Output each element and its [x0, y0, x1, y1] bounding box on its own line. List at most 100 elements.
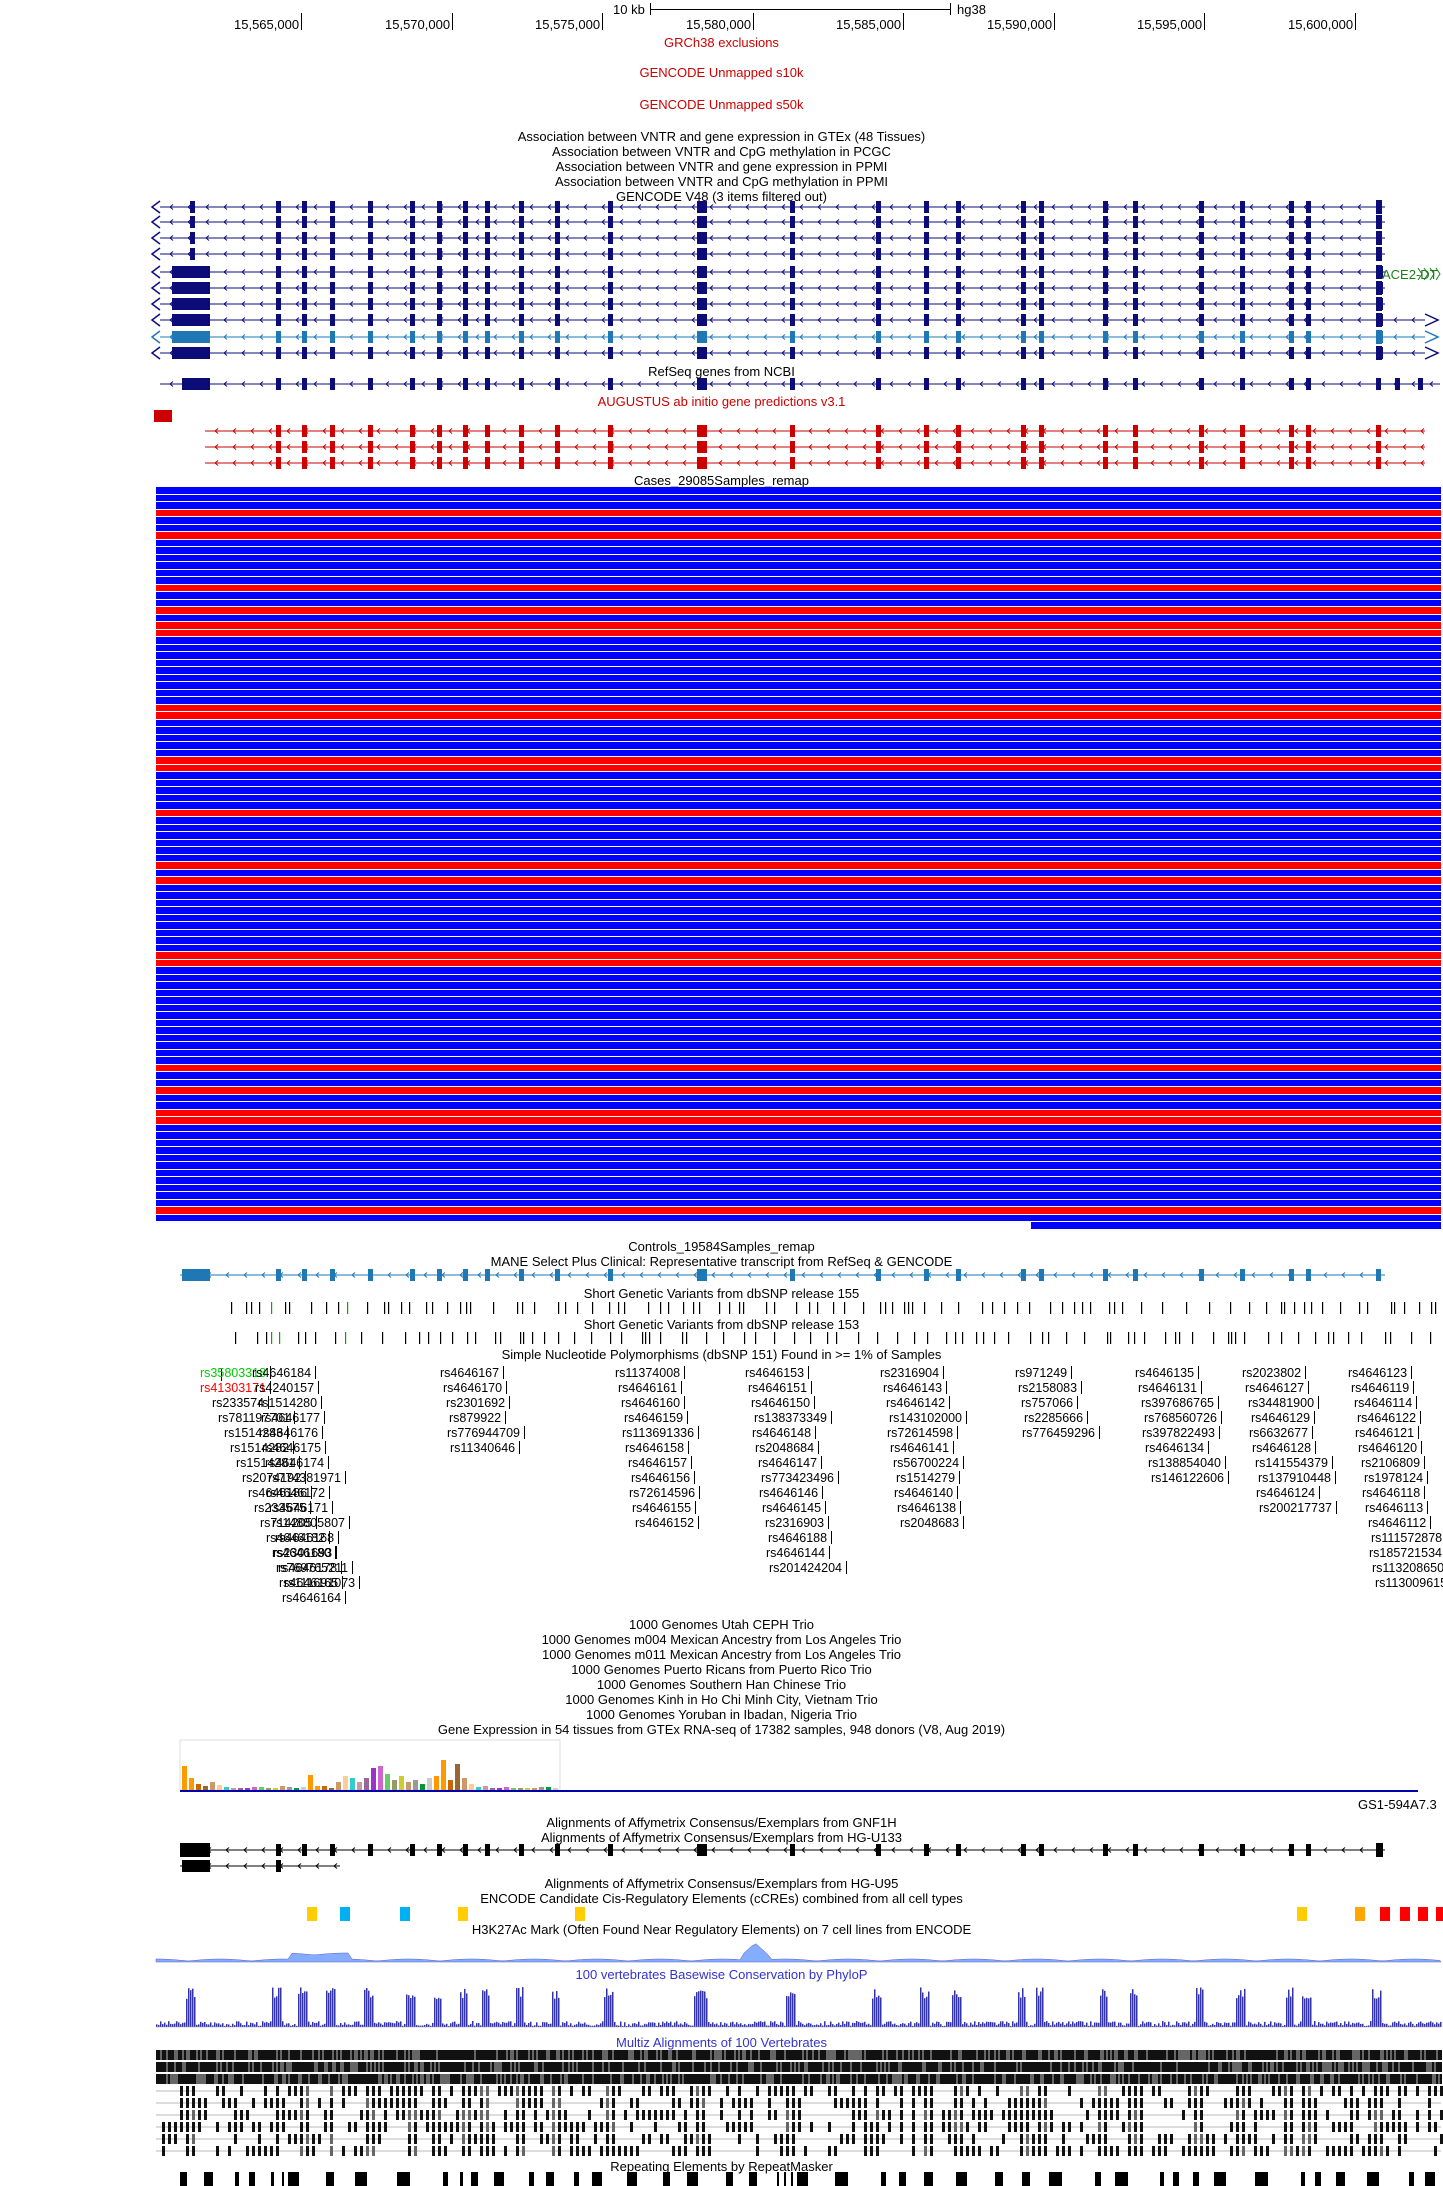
multiz-block: [812, 2074, 814, 2084]
multiz-block: [174, 2062, 176, 2072]
multiz-block: [1428, 2098, 1431, 2108]
multiz-block: [1152, 2086, 1155, 2096]
multiz-block: [724, 2050, 726, 2060]
gtex-bar: [224, 1787, 229, 1790]
multiz-block: [1414, 2062, 1416, 2072]
snp-tick: [289, 1302, 291, 1314]
multiz-block: [384, 2122, 387, 2132]
phylop-bar: [1346, 2023, 1348, 2027]
multiz-block: [270, 2074, 272, 2084]
gtex-bar: [273, 1788, 278, 1790]
multiz-block: [832, 2050, 834, 2060]
phylop-bar: [188, 1988, 190, 2027]
multiz-block: [768, 2110, 771, 2120]
snp-tick: [1134, 1332, 1136, 1344]
multiz-block: [1220, 2050, 1222, 2060]
phylop-bar: [312, 2021, 314, 2027]
phylop-bar: [1372, 1989, 1374, 2027]
multiz-block: [402, 2062, 404, 2072]
multiz-block: [792, 2122, 795, 2132]
multiz-block: [892, 2050, 894, 2060]
exon: [1289, 282, 1294, 294]
phylop-bar: [1332, 2022, 1334, 2027]
snp-tick: [1228, 1332, 1230, 1344]
multiz-block: [1228, 2062, 1230, 2072]
multiz-block: [1110, 2098, 1113, 2108]
multiz-block: [1130, 2074, 1132, 2084]
multiz-block: [764, 2074, 766, 2084]
exon: [330, 425, 335, 437]
multiz-block: [968, 2062, 970, 2072]
multiz-block: [1414, 2074, 1416, 2084]
snp-tick: [992, 1302, 994, 1314]
multiz-block: [590, 2050, 592, 2060]
multiz-block: [1394, 2050, 1396, 2060]
phylop-bar: [428, 2024, 430, 2027]
multiz-block: [670, 2050, 672, 2060]
multiz-block: [798, 2110, 801, 2120]
multiz-block: [606, 2134, 609, 2144]
multiz-block: [1136, 2062, 1138, 2072]
multiz-block: [558, 2134, 561, 2144]
exon: [956, 1844, 961, 1856]
multiz-block: [438, 2122, 441, 2132]
multiz-block: [938, 2062, 940, 2072]
phylop-bar: [390, 2022, 392, 2027]
multiz-block: [1398, 2110, 1401, 2120]
multiz-block: [1142, 2062, 1144, 2072]
phylop-bar: [174, 2023, 176, 2027]
multiz-block: [398, 2050, 400, 2060]
multiz-block: [406, 2050, 408, 2060]
multiz-block: [922, 2050, 924, 2060]
multiz-block: [438, 2134, 441, 2144]
multiz-block: [866, 2062, 868, 2072]
multiz-block: [912, 2074, 914, 2084]
multiz-block: [1220, 2074, 1222, 2084]
multiz-block: [1080, 2074, 1082, 2084]
multiz-block: [684, 2122, 687, 2132]
multiz-block: [366, 2074, 368, 2084]
multiz-block: [1198, 2050, 1200, 2060]
multiz-block: [420, 2074, 422, 2084]
multiz-block: [932, 2074, 934, 2084]
exon: [437, 441, 442, 453]
phylop-bar: [758, 2021, 760, 2027]
phylop-bar: [1358, 2022, 1360, 2027]
phylop-bar: [862, 2022, 864, 2027]
phylop-bar: [1422, 2023, 1424, 2027]
phylop-bar: [694, 1996, 696, 2027]
multiz-block: [1344, 2074, 1346, 2084]
multiz-block: [1164, 2050, 1166, 2060]
phylop-bar: [1186, 2023, 1188, 2027]
multiz-block: [984, 2062, 986, 2072]
multiz-block: [352, 2074, 354, 2084]
multiz-block: [822, 2074, 824, 2084]
phylop-bar: [1402, 2024, 1404, 2027]
multiz-block: [322, 2050, 324, 2060]
multiz-block: [486, 2098, 489, 2108]
multiz-block: [840, 2062, 842, 2072]
exon: [697, 425, 702, 437]
exon: [956, 216, 961, 228]
phylop-bar: [1058, 2021, 1060, 2027]
snp-tick: [946, 1332, 948, 1344]
exon: [1021, 1844, 1026, 1856]
multiz-block: [718, 2062, 720, 2072]
multiz-block: [382, 2050, 384, 2060]
multiz-block: [222, 2098, 225, 2108]
multiz-block: [1284, 2050, 1286, 2060]
snp-tick: [794, 1332, 796, 1344]
multiz-block: [768, 2086, 771, 2096]
multiz-block: [1168, 2062, 1170, 2072]
phylop-bar: [986, 2021, 988, 2027]
snp-tick: [982, 1302, 984, 1314]
multiz-block: [792, 2110, 795, 2120]
phylop-bar: [1278, 2022, 1280, 2027]
multiz-block: [1424, 2050, 1426, 2060]
exon: [1289, 216, 1294, 228]
phylop-bar: [724, 2022, 726, 2027]
exon: [463, 232, 468, 244]
snp-tick: [1284, 1302, 1286, 1314]
multiz-block: [1126, 2050, 1128, 2060]
multiz-block: [408, 2098, 411, 2108]
